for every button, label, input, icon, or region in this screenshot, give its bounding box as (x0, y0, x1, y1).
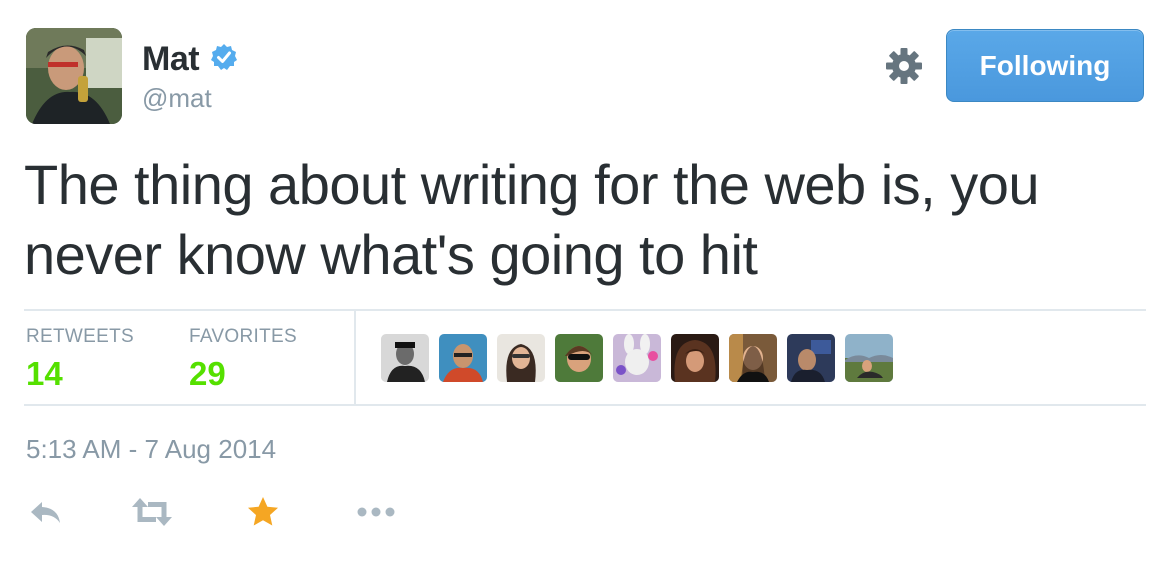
following-button[interactable]: Following (946, 29, 1144, 102)
favoriter-avatar[interactable] (845, 334, 893, 382)
favoriter-avatar[interactable] (613, 334, 661, 382)
user-name-block: Mat @mat (142, 40, 238, 114)
stats-top-divider (24, 309, 1146, 311)
favorites-stat[interactable]: FAVORITES 29 (189, 326, 297, 393)
user-avatar[interactable] (26, 28, 122, 124)
favoriter-avatar[interactable] (555, 334, 603, 382)
verified-badge-icon (210, 43, 238, 76)
user-display-name[interactable]: Mat (142, 40, 200, 79)
gear-icon[interactable] (884, 46, 924, 86)
retweet-icon[interactable] (130, 494, 174, 535)
retweets-stat[interactable]: RETWEETS 14 (26, 326, 134, 393)
retweets-count: 14 (26, 355, 63, 392)
favoriter-avatar[interactable] (729, 334, 777, 382)
favoriter-avatar[interactable] (671, 334, 719, 382)
favoriter-avatar[interactable] (497, 334, 545, 382)
favoriter-avatar[interactable] (787, 334, 835, 382)
tweet-text: The thing about writing for the web is, … (24, 153, 1040, 286)
reply-icon[interactable] (28, 494, 64, 535)
favorites-count: 29 (189, 355, 226, 392)
favorite-star-icon[interactable] (245, 494, 281, 535)
stats-vertical-divider (354, 311, 356, 404)
favoriters-avatar-list (381, 334, 903, 382)
user-handle[interactable]: @mat (142, 83, 238, 114)
tweet-timestamp[interactable]: 5:13 AM - 7 Aug 2014 (26, 434, 276, 465)
retweets-label: RETWEETS (26, 326, 134, 347)
favoriter-avatar[interactable] (381, 334, 429, 382)
stats-bottom-divider (24, 404, 1146, 406)
more-icon[interactable] (355, 494, 399, 535)
favorites-label: FAVORITES (189, 326, 297, 347)
favoriter-avatar[interactable] (439, 334, 487, 382)
